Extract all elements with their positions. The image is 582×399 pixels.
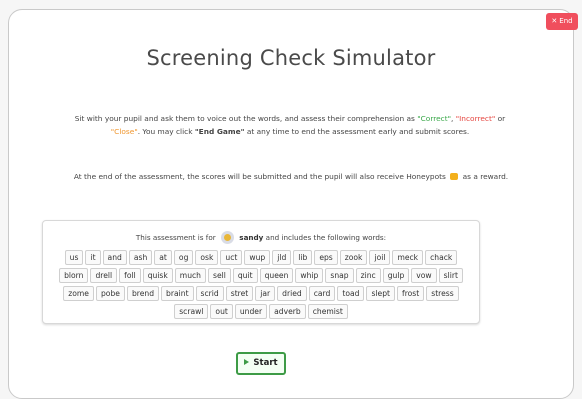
instructions-part3: at any time to end the assessment early … — [244, 127, 470, 136]
word-chip: at — [154, 250, 172, 265]
assessment-header: This assessment is for sandy and include… — [43, 231, 479, 244]
word-chip: snap — [325, 268, 354, 283]
word-chip: og — [173, 250, 194, 265]
word-row: zome pobe brend braint scrid stret jar dried car… — [43, 286, 479, 303]
word-chip: adverb — [269, 304, 306, 319]
word-chip: osk — [195, 250, 219, 265]
word-row: blorn drell foll quisk much sell quit queen whip… — [43, 268, 479, 285]
reward-text: At the end of the assessment, the scores… — [0, 172, 582, 181]
word-chip: chack — [425, 250, 458, 265]
word-chip: scrawl — [174, 304, 209, 319]
word-chip: uct — [220, 250, 243, 265]
word-chip: us — [64, 250, 84, 265]
end-button-label: End — [559, 17, 573, 25]
word-chip: whip — [295, 268, 324, 283]
word-chip: scrid — [195, 286, 224, 301]
word-chip: blorn — [59, 268, 89, 283]
word-chip: ash — [128, 250, 153, 265]
assessment-intro: This assessment is for — [135, 233, 216, 242]
word-row: scrawl out under adverb chemist — [43, 304, 479, 321]
close-icon: ✕ — [551, 17, 558, 25]
word-chip: wup — [244, 250, 271, 265]
assessment-outro: and includes the following words: — [265, 233, 387, 242]
word-chip: frost — [397, 286, 425, 301]
word-chip: sell — [208, 268, 231, 283]
word-chip: jar — [255, 286, 276, 301]
instructions-text: Sit with your pupil and ask them to voic… — [24, 112, 556, 138]
word-chip: zook — [339, 250, 368, 265]
word-chip: jld — [272, 250, 292, 265]
word-chip: quit — [232, 268, 258, 283]
word-chip: vow — [411, 268, 437, 283]
end-game-label: "End Game" — [194, 127, 245, 136]
instructions-or: or — [495, 114, 506, 123]
word-chip: and — [102, 250, 127, 265]
word-chip: zome — [63, 286, 94, 301]
word-list: us it and ash at og osk uct wup jld lib eps zook joil… — [43, 250, 479, 322]
word-chip: stret — [225, 286, 254, 301]
word-chip: dried — [277, 286, 307, 301]
word-chip: much — [174, 268, 206, 283]
word-chip: card — [308, 286, 336, 301]
instructions-part1: Sit with your pupil and ask them to voic… — [74, 114, 418, 123]
reward-text-before: At the end of the assessment, the scores… — [73, 172, 446, 181]
word-chip: joil — [369, 250, 391, 265]
word-chip: under — [234, 304, 268, 319]
start-button[interactable]: Start — [236, 352, 286, 375]
word-chip: braint — [161, 286, 194, 301]
word-row: us it and ash at og osk uct wup jld lib eps zook joil… — [43, 250, 479, 267]
start-button-label: Start — [253, 358, 278, 368]
instructions-part2: . You may click — [137, 127, 195, 136]
play-icon — [244, 359, 250, 365]
end-game-button[interactable]: ✕ End — [546, 13, 578, 30]
word-chip: queen — [259, 268, 294, 283]
word-chip: foll — [119, 268, 141, 283]
word-chip: gulp — [382, 268, 410, 283]
word-chip: out — [210, 304, 233, 319]
word-chip: stress — [426, 286, 459, 301]
word-chip: slept — [366, 286, 396, 301]
word-chip: lib — [293, 250, 313, 265]
word-chip: toad — [337, 286, 365, 301]
word-chip: meck — [392, 250, 424, 265]
word-chip: quisk — [142, 268, 173, 283]
pupil-name: sandy — [239, 233, 264, 242]
incorrect-label: "Incorrect" — [455, 114, 496, 123]
close-label: "Close" — [110, 127, 138, 136]
correct-label: "Correct" — [417, 114, 452, 123]
reward-text-after: as a reward. — [462, 172, 509, 181]
word-chip: it — [85, 250, 101, 265]
word-chip: drell — [90, 268, 118, 283]
word-chip: eps — [314, 250, 338, 265]
pupil-avatar — [221, 231, 234, 244]
word-chip: chemist — [307, 304, 348, 319]
word-chip: slirt — [438, 268, 463, 283]
page-title: Screening Check Simulator — [146, 46, 436, 70]
honeypot-icon — [450, 173, 459, 180]
word-chip: pobe — [95, 286, 125, 301]
assessment-panel: This assessment is for sandy and include… — [42, 220, 480, 324]
word-chip: zinc — [355, 268, 381, 283]
word-chip: brend — [126, 286, 160, 301]
